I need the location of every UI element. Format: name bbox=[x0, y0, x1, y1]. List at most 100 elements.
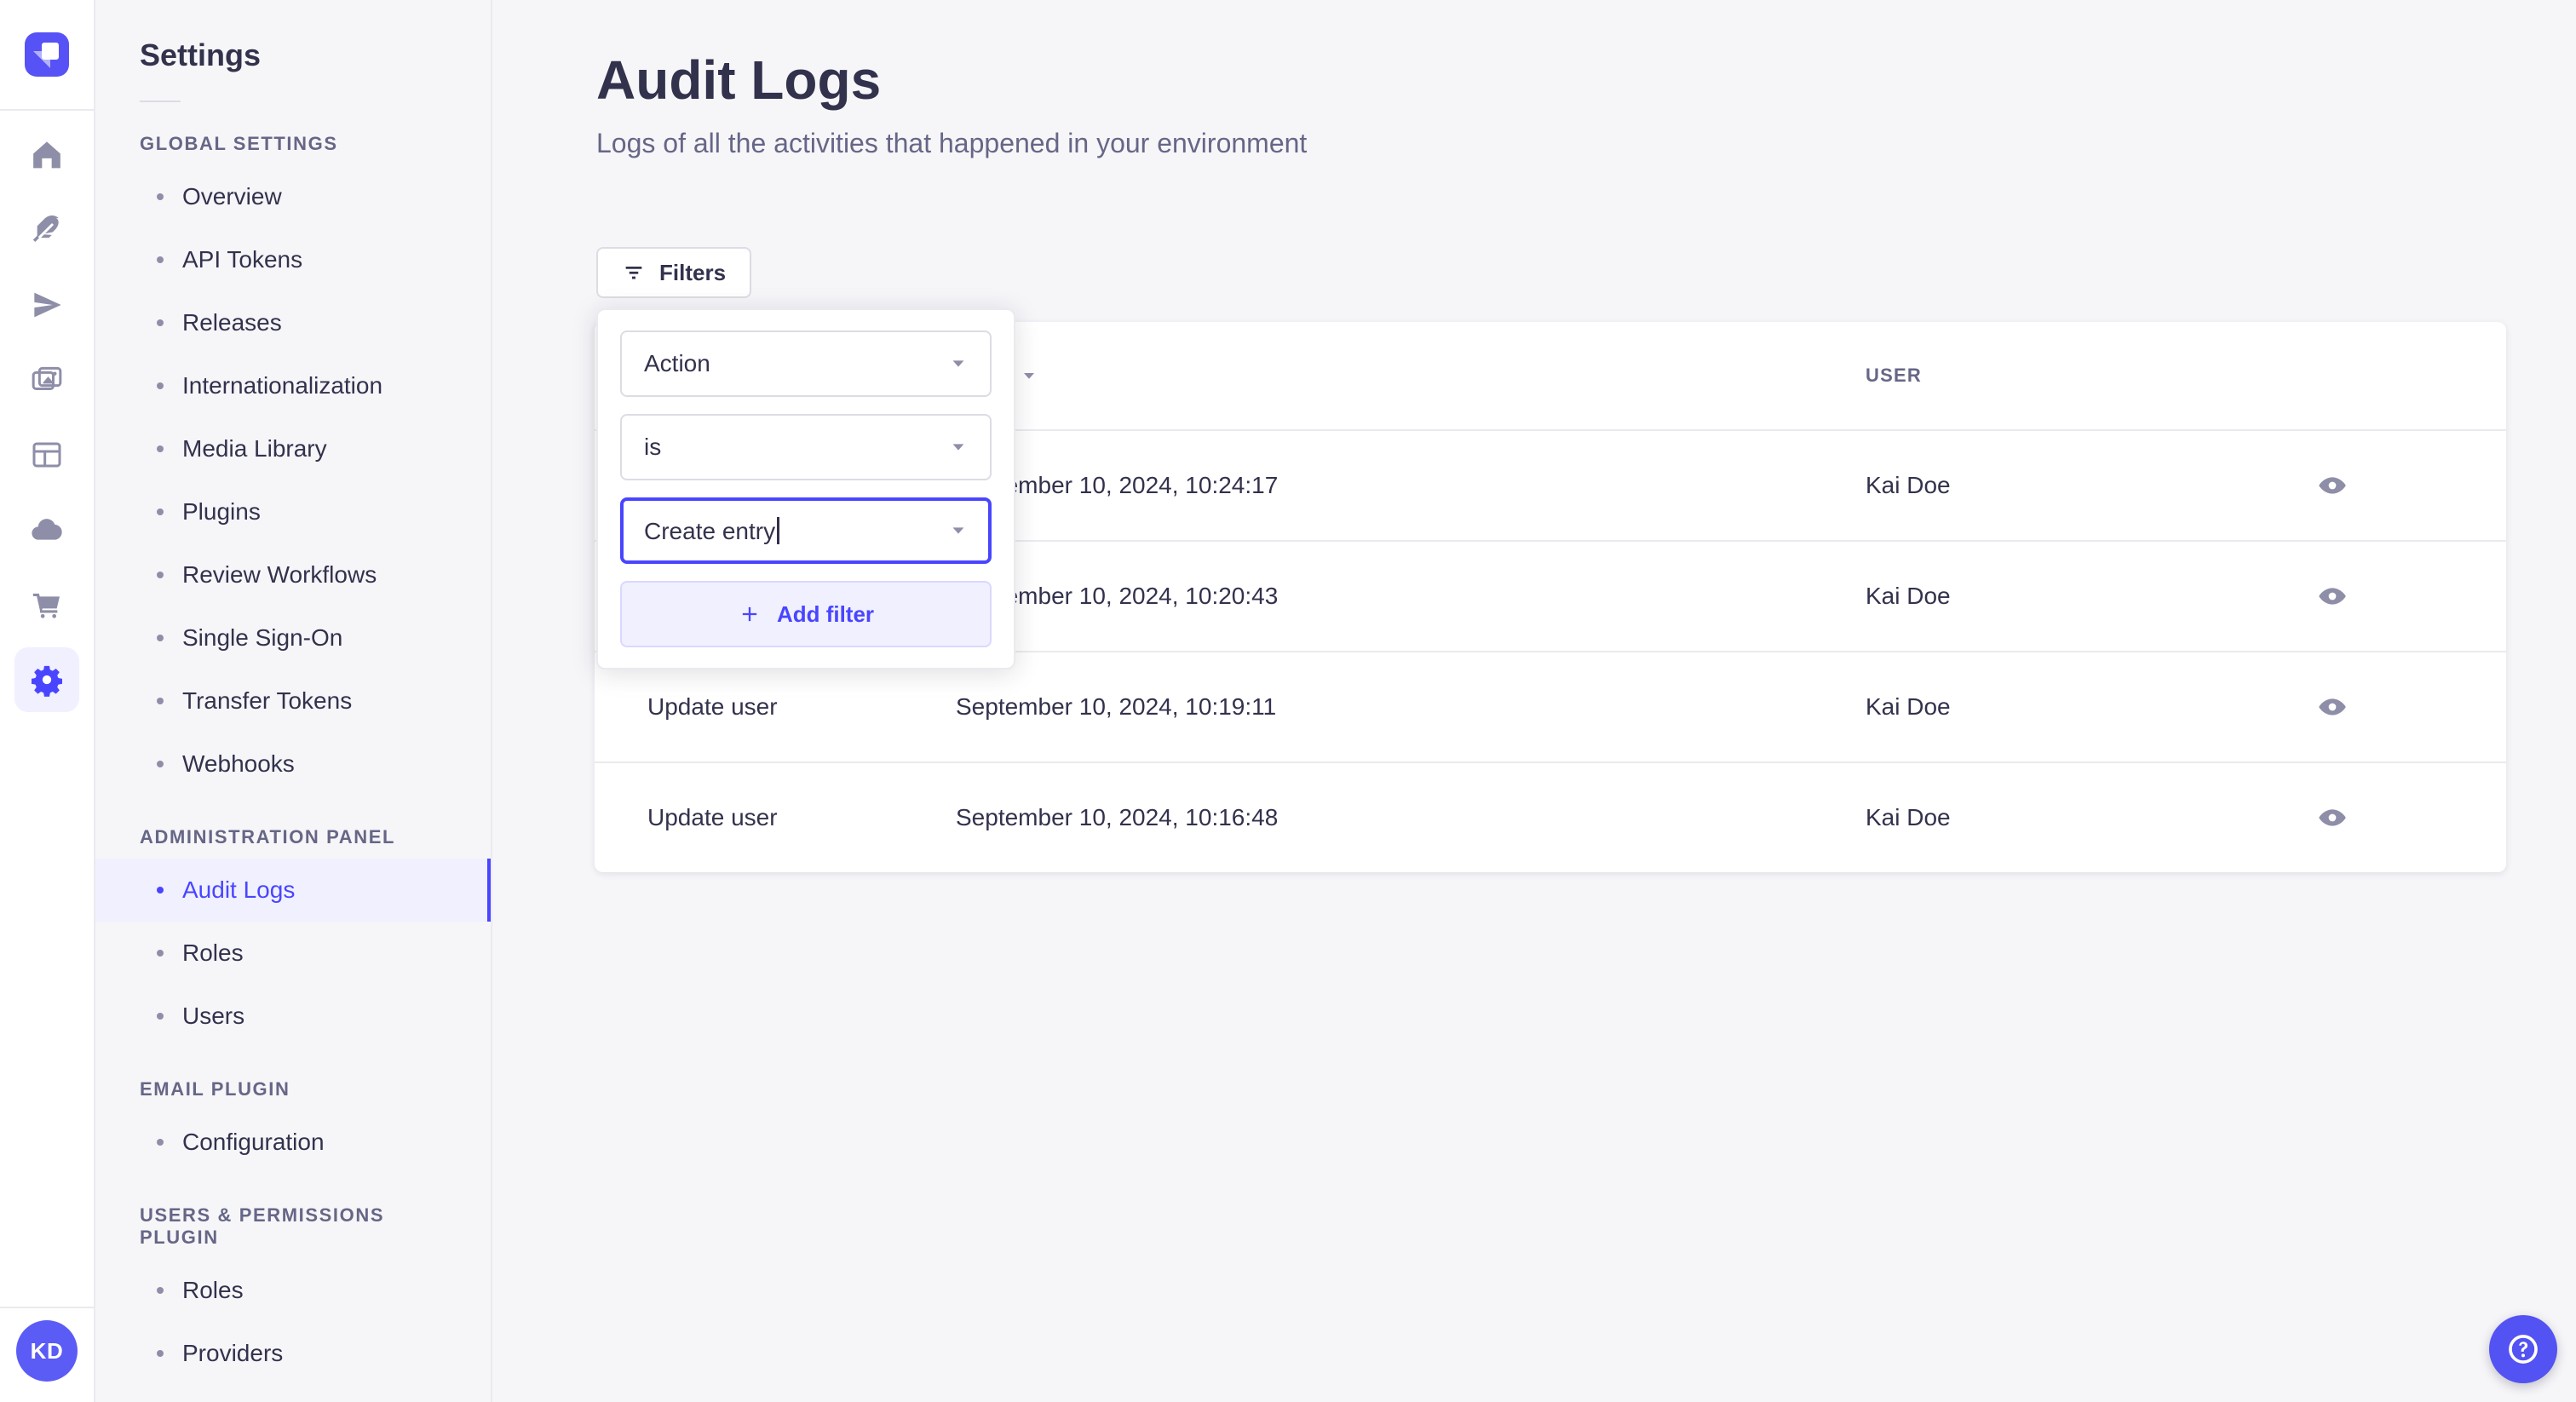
settings-sidebar: Settings GLOBAL SETTINGS Overview API Toke… bbox=[95, 0, 492, 1402]
view-log-button[interactable] bbox=[2309, 572, 2356, 620]
page-subtitle: Logs of all the activities that happened… bbox=[596, 128, 1308, 158]
filter-operator-select[interactable]: is bbox=[620, 414, 992, 480]
main-nav-rail: KD bbox=[0, 0, 95, 1402]
cell-user: Kai Doe bbox=[1866, 693, 1951, 720]
bullet-icon bbox=[157, 1013, 164, 1020]
eye-icon bbox=[2319, 588, 2346, 605]
cell-date: September 10, 2024, 10:20:43 bbox=[956, 583, 1279, 609]
strapi-logo[interactable] bbox=[25, 32, 69, 77]
chevron-down-icon bbox=[952, 527, 964, 534]
sidebar-item-single-sign-on[interactable]: Single Sign-On bbox=[95, 606, 491, 669]
bullet-icon bbox=[157, 635, 164, 641]
plus-icon bbox=[742, 606, 757, 622]
sidebar-item-media-library[interactable]: Media Library bbox=[95, 417, 491, 480]
add-filter-label: Add filter bbox=[776, 600, 875, 627]
paper-plane-icon bbox=[34, 292, 61, 318]
filter-value-value: Create entry bbox=[644, 516, 780, 545]
avatar[interactable]: KD bbox=[16, 1320, 78, 1382]
add-filter-button[interactable]: Add filter bbox=[620, 581, 992, 647]
filters-button[interactable]: Filters bbox=[596, 247, 752, 298]
sidebar-item-overview[interactable]: Overview bbox=[95, 165, 491, 228]
cell-actions bbox=[2309, 683, 2506, 731]
view-log-button[interactable] bbox=[2309, 462, 2356, 509]
column-header-date: DATE bbox=[956, 365, 1866, 387]
sidebar-section-administration-panel: ADMINISTRATION PANEL bbox=[140, 826, 396, 848]
gear-icon bbox=[31, 665, 62, 697]
bullet-icon bbox=[157, 950, 164, 957]
rail-item-layout[interactable] bbox=[14, 422, 79, 487]
help-button[interactable] bbox=[2489, 1315, 2557, 1383]
bullet-icon bbox=[157, 382, 164, 389]
bullet-icon bbox=[157, 445, 164, 452]
rail-item-cart[interactable] bbox=[14, 572, 79, 637]
chevron-down-icon bbox=[952, 444, 964, 451]
sidebar-item-label: Webhooks bbox=[182, 750, 295, 777]
sidebar-item-label: Roles bbox=[182, 939, 244, 966]
sidebar-item-webhooks[interactable]: Webhooks bbox=[95, 733, 491, 796]
rail-icon-list bbox=[14, 123, 79, 712]
sort-desc-icon[interactable] bbox=[1021, 368, 1037, 383]
sidebar-section-users-permissions-plugin: USERS & PERMISSIONS PLUGIN bbox=[140, 1204, 385, 1248]
home-icon bbox=[33, 141, 60, 169]
sidebar-item-internationalization[interactable]: Internationalization bbox=[95, 354, 491, 417]
cart-icon bbox=[32, 593, 60, 618]
sidebar-item-configuration[interactable]: Configuration bbox=[95, 1111, 491, 1174]
sidebar-item-label: Media Library bbox=[182, 435, 327, 462]
rail-item-paper-plane[interactable] bbox=[14, 273, 79, 337]
page-title: Audit Logs bbox=[596, 49, 882, 111]
filter-icon bbox=[625, 267, 642, 279]
filter-popover: Action is Create entry Add filter bbox=[596, 308, 1015, 669]
rail-item-media[interactable] bbox=[14, 348, 79, 412]
rail-item-home[interactable] bbox=[14, 123, 79, 187]
table-row[interactable]: Update user September 10, 2024, 10:16:48 K… bbox=[595, 761, 2506, 872]
sidebar-title: Settings bbox=[140, 37, 262, 72]
sidebar-item-roles[interactable]: Roles bbox=[95, 922, 491, 985]
filter-value-select[interactable]: Create entry bbox=[620, 497, 992, 564]
sidebar-item-audit-logs[interactable]: Audit Logs bbox=[95, 859, 491, 922]
sidebar-item-review-workflows[interactable]: Review Workflows bbox=[95, 543, 491, 606]
sidebar-item-transfer-tokens[interactable]: Transfer Tokens bbox=[95, 669, 491, 733]
rail-item-feather[interactable] bbox=[14, 198, 79, 262]
bullet-icon bbox=[157, 193, 164, 200]
sidebar-item-label: Users bbox=[182, 1003, 245, 1029]
sidebar-item-label: Overview bbox=[182, 183, 282, 210]
cell-user: Kai Doe bbox=[1866, 583, 1951, 609]
bullet-icon bbox=[157, 698, 164, 704]
rail-item-gear[interactable] bbox=[14, 647, 79, 712]
sidebar-item-users[interactable]: Users bbox=[95, 985, 491, 1048]
cell-actions bbox=[2309, 462, 2506, 509]
strapi-logo-triangle bbox=[33, 51, 50, 68]
rail-logo-area bbox=[0, 0, 94, 111]
sidebar-item-label: Audit Logs bbox=[182, 876, 296, 903]
bullet-icon bbox=[157, 1287, 164, 1294]
sidebar-item-label: Internationalization bbox=[182, 372, 383, 399]
cell-date: September 10, 2024, 10:24:17 bbox=[956, 472, 1279, 498]
bullet-icon bbox=[157, 1139, 164, 1146]
sidebar-item-providers[interactable]: Providers bbox=[95, 1322, 491, 1385]
rail-item-cloud[interactable] bbox=[14, 497, 79, 562]
cell-user: Kai Doe bbox=[1866, 472, 1951, 498]
eye-icon bbox=[2319, 809, 2346, 826]
sidebar-item-plugins[interactable]: Plugins bbox=[95, 480, 491, 543]
sidebar-item-releases[interactable]: Releases bbox=[95, 291, 491, 354]
sidebar-sections: GLOBAL SETTINGS Overview API Tokens Release… bbox=[95, 133, 491, 1385]
cell-actions bbox=[2309, 794, 2506, 842]
view-log-button[interactable] bbox=[2309, 683, 2356, 731]
filter-field-select[interactable]: Action bbox=[620, 330, 992, 397]
main-content: Audit Logs Logs of all the activities th… bbox=[494, 0, 2576, 1402]
filter-field-value: Action bbox=[644, 350, 710, 376]
sidebar-item-label: Roles bbox=[182, 1277, 244, 1303]
eye-icon bbox=[2319, 698, 2346, 715]
sidebar-section-global-settings: GLOBAL SETTINGS bbox=[140, 133, 338, 154]
chevron-down-icon bbox=[952, 360, 964, 367]
rail-user-area: KD bbox=[0, 1307, 94, 1402]
strapi-admin-app: KD Settings GLOBAL SETTINGS Overview API T… bbox=[0, 0, 2576, 1402]
view-log-button[interactable] bbox=[2309, 794, 2356, 842]
sidebar-item-roles[interactable]: Roles bbox=[95, 1259, 491, 1322]
sidebar-item-api-tokens[interactable]: API Tokens bbox=[95, 228, 491, 291]
bullet-icon bbox=[157, 1350, 164, 1357]
text-cursor bbox=[777, 516, 780, 544]
sidebar-item-label: Single Sign-On bbox=[182, 624, 343, 651]
cell-date: September 10, 2024, 10:19:11 bbox=[956, 693, 1277, 720]
sidebar-item-label: Releases bbox=[182, 309, 282, 336]
